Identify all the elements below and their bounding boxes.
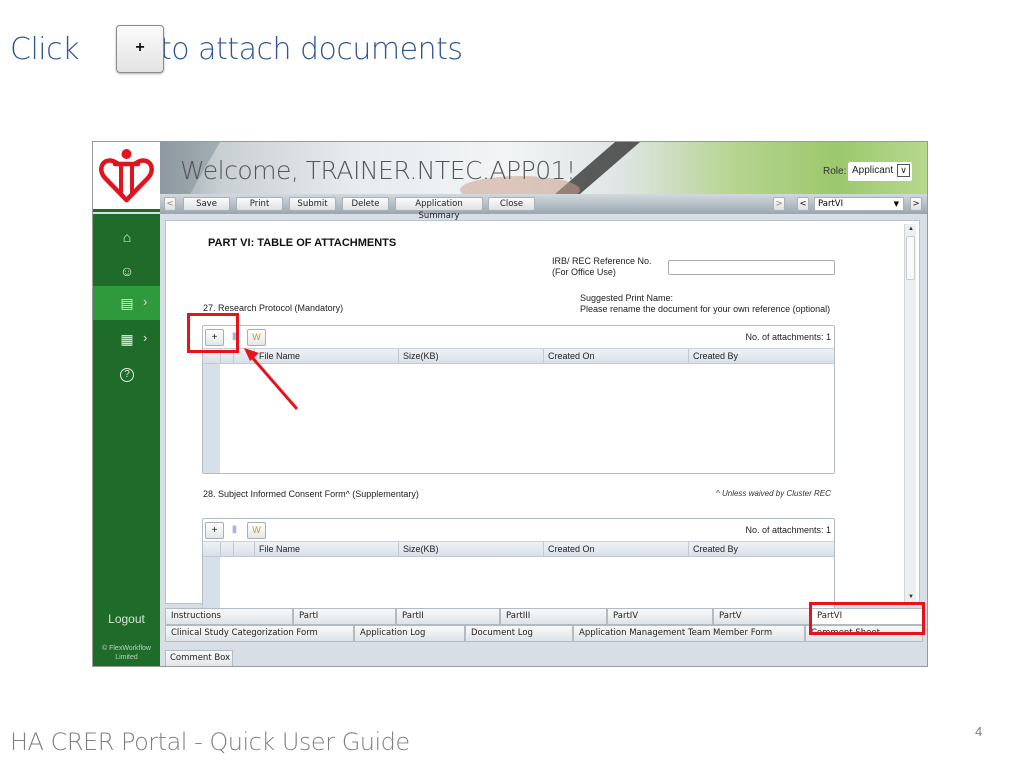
pointer-arrow-icon xyxy=(244,348,299,410)
slide-footer: HA CRER Portal - Quick User Guide xyxy=(10,728,410,756)
page-number: 4 xyxy=(975,724,983,739)
